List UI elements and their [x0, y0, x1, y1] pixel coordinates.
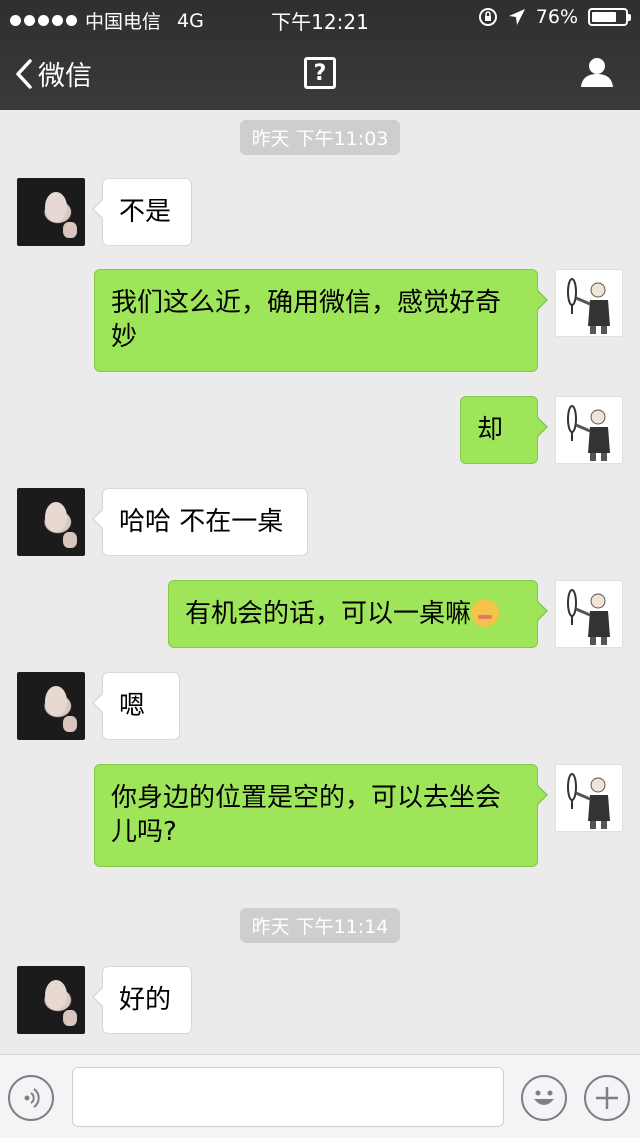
timestamp: 昨天 下午11:03	[0, 120, 640, 155]
battery-percent: 76%	[535, 6, 578, 28]
chat-info-button[interactable]	[580, 56, 614, 92]
message-input[interactable]	[72, 1067, 504, 1127]
emoji-button[interactable]	[521, 1075, 567, 1121]
help-button[interactable]: ?	[304, 57, 336, 89]
emoji-icon	[534, 1090, 554, 1105]
status-bar: 中国电信 4G 下午12:21 76%	[0, 0, 640, 36]
contact-avatar[interactable]	[17, 488, 85, 556]
old-man-avatar-image	[567, 405, 610, 461]
message-bubble-incoming[interactable]: 哈哈 不在一桌	[92, 488, 308, 556]
plus-icon	[596, 1087, 618, 1109]
voice-button[interactable]	[8, 1075, 54, 1121]
my-avatar[interactable]	[555, 580, 623, 648]
message-bubble-outgoing[interactable]: 有机会的话，可以一桌嘛	[168, 580, 548, 648]
message-bubble-incoming[interactable]: 不是	[92, 178, 192, 246]
message-bubble-incoming[interactable]: 好的	[92, 966, 192, 1034]
message-bubble-incoming[interactable]: 嗯	[92, 672, 180, 740]
contact-avatar[interactable]	[17, 672, 85, 740]
timestamp: 昨天 下午11:14	[0, 908, 640, 943]
old-man-avatar-image	[567, 773, 610, 829]
contact-avatar[interactable]	[17, 178, 85, 246]
my-avatar[interactable]	[555, 396, 623, 464]
rotation-lock-icon	[478, 8, 497, 26]
message-bubble-outgoing[interactable]: 我们这么近，确用微信，感觉好奇 妙	[94, 269, 548, 372]
blushing-face-icon	[471, 599, 500, 627]
old-man-avatar-image	[567, 589, 610, 645]
input-bar	[0, 1054, 640, 1138]
back-label: 微信	[38, 61, 92, 92]
my-avatar[interactable]	[555, 269, 623, 337]
back-button[interactable]: 微信	[14, 54, 92, 93]
battery-icon	[588, 8, 631, 26]
message-bubble-outgoing[interactable]: 你身边的位置是空的，可以去坐会 儿吗?	[94, 764, 548, 867]
my-avatar[interactable]	[555, 764, 623, 832]
location-arrow-icon	[508, 9, 525, 25]
top-bar: 中国电信 4G 下午12:21 76% 微信 ?	[0, 0, 640, 110]
old-man-avatar-image	[567, 278, 610, 334]
person-icon	[581, 58, 613, 87]
status-right: 76%	[478, 6, 631, 28]
voice-icon	[24, 1088, 40, 1108]
message-bubble-outgoing[interactable]: 却	[460, 396, 548, 464]
question-mark-icon: ?	[313, 60, 327, 86]
contact-avatar[interactable]	[17, 966, 85, 1034]
chevron-left-icon	[16, 58, 32, 89]
plus-button[interactable]	[584, 1075, 630, 1121]
